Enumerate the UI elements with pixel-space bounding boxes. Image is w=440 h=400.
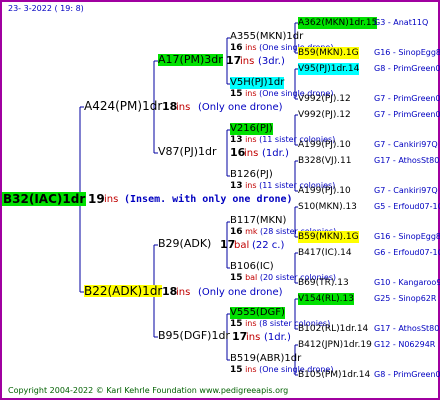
gen3-ins-label-5: bal bbox=[242, 273, 260, 282]
gen4-name-2: V95(PJ)1dr.14 bbox=[298, 63, 360, 75]
gen2-name-3: B95(DGF)1dr bbox=[158, 329, 230, 342]
gen4-origin-5: G7 - Cankiri97Q bbox=[374, 140, 438, 149]
gen2-ins-label-1: ins bbox=[244, 148, 259, 159]
gen4-name-1: B59(MKN).1G bbox=[298, 47, 359, 59]
gen4-name-11: B69(TR).13 bbox=[298, 278, 349, 288]
root-queen-name: B32(IAC)1dr bbox=[2, 192, 87, 206]
gen2-note-1: (1dr.) bbox=[262, 148, 289, 159]
gen3-insem-count-1: 15 bbox=[230, 89, 243, 99]
gen3-insem-count-6: 15 bbox=[230, 319, 243, 329]
gen2-ins-label-0: ins bbox=[240, 56, 255, 67]
gen3-ins-label-3: ins bbox=[242, 181, 260, 190]
gen2-name-0: A17(PM)3dr bbox=[158, 53, 223, 66]
gen4-name-10: B417(IC).14 bbox=[298, 248, 352, 258]
gen3-ins-label-1: ins bbox=[242, 89, 260, 98]
gen2-note-0: (3dr.) bbox=[258, 56, 285, 67]
pedigree-page: 23- 3-2022 ( 19: 8) Copyright 2004-2022 ©… bbox=[0, 0, 440, 400]
gen4-origin-3: G7 - PrimGreen00 bbox=[374, 94, 440, 103]
gen4-origin-4: G7 - PrimGreen00 bbox=[374, 110, 440, 119]
gen2-ins-label-2: bal bbox=[234, 240, 250, 251]
gen4-name-5: A199(PJ).10 bbox=[298, 140, 351, 150]
gen4-origin-1: G16 - SinopEgg86R bbox=[374, 48, 440, 57]
gen1-ins-label-1: ins bbox=[176, 287, 191, 298]
root-insem-count: 19 bbox=[88, 192, 105, 206]
gen2-name-2: B29(ADK) bbox=[158, 237, 212, 250]
gen2-ins-label-3: ins bbox=[246, 332, 261, 343]
gen1-name-1: B22(ADK)1dr bbox=[84, 284, 163, 298]
gen3-insem-count-7: 15 bbox=[230, 365, 243, 375]
gen3-insem-count-2: 13 bbox=[230, 135, 243, 145]
gen3-insem-count-4: 16 bbox=[230, 227, 243, 237]
copyright-footer: Copyright 2004-2022 © Karl Kehrle Founda… bbox=[8, 386, 289, 395]
gen4-origin-10: G6 - Erfoud07-1Q bbox=[374, 248, 440, 257]
gen4-origin-12: G25 - Sinop62R bbox=[374, 294, 437, 303]
root-insem-note: (Insem. with only one drone) bbox=[124, 194, 293, 205]
gen2-note-2: (22 c.) bbox=[252, 240, 285, 251]
gen4-origin-7: G7 - Cankiri97Q bbox=[374, 186, 438, 195]
gen4-origin-14: G12 - N06294R bbox=[374, 340, 436, 349]
gen2-name-1: V87(PJ)1dr bbox=[158, 145, 217, 158]
gen4-origin-9: G16 - SinopEgg86R bbox=[374, 232, 440, 241]
gen3-ins-label-7: ins bbox=[242, 365, 260, 374]
gen4-name-13: B102(RL)1dr.14 bbox=[298, 324, 369, 334]
gen4-name-0: A362(MKN)1dr.15 bbox=[298, 17, 378, 29]
gen4-name-8: S10(MKN).13 bbox=[298, 202, 357, 212]
gen3-ins-label-2: ins bbox=[242, 135, 260, 144]
gen4-name-3: V992(PJ).12 bbox=[298, 94, 351, 104]
gen4-origin-0: G3 - Anat11Q bbox=[374, 18, 429, 27]
pedigree-tree: 23- 3-2022 ( 19: 8) Copyright 2004-2022 ©… bbox=[0, 0, 440, 400]
gen3-insem-count-0: 16 bbox=[230, 43, 243, 53]
gen4-name-12: V154(RL).13 bbox=[298, 293, 354, 305]
gen4-name-7: A199(PJ).10 bbox=[298, 186, 351, 196]
gen3-ins-label-0: ins bbox=[242, 43, 260, 52]
gen1-ins-label-0: ins bbox=[176, 102, 191, 113]
gen4-origin-2: G8 - PrimGreen00 bbox=[374, 64, 440, 73]
gen4-origin-15: G8 - PrimGreen00 bbox=[374, 370, 440, 379]
gen4-name-4: V992(PJ).12 bbox=[298, 110, 351, 120]
gen1-name-0: A424(PM)1dr bbox=[84, 99, 163, 113]
page-date: 23- 3-2022 ( 19: 8) bbox=[8, 4, 84, 13]
gen4-origin-6: G17 - AthosSt80R bbox=[374, 156, 440, 165]
gen4-name-9: B59(MKN).1G bbox=[298, 231, 359, 243]
gen4-origin-8: G5 - Erfoud07-1Q bbox=[374, 202, 440, 211]
gen1-note-1: (Only one drone) bbox=[198, 287, 283, 298]
gen2-note-3: (1dr.) bbox=[264, 332, 291, 343]
gen4-name-14: B412(JPN)1dr.19 bbox=[298, 340, 372, 350]
gen4-origin-11: G10 - Kangaroo98R bbox=[374, 278, 440, 287]
gen4-name-15: B105(PM)1dr.14 bbox=[298, 370, 371, 380]
root-ins-label: ins bbox=[104, 194, 119, 205]
gen3-insem-count-5: 15 bbox=[230, 273, 243, 283]
gen4-name-6: B328(VJ).11 bbox=[298, 156, 352, 166]
gen4-origin-13: G17 - AthosSt80R bbox=[374, 324, 440, 333]
gen3-insem-count-3: 13 bbox=[230, 181, 243, 191]
gen1-note-0: (Only one drone) bbox=[198, 102, 283, 113]
gen3-ins-label-4: mk bbox=[242, 227, 261, 236]
gen3-ins-label-6: ins bbox=[242, 319, 260, 328]
